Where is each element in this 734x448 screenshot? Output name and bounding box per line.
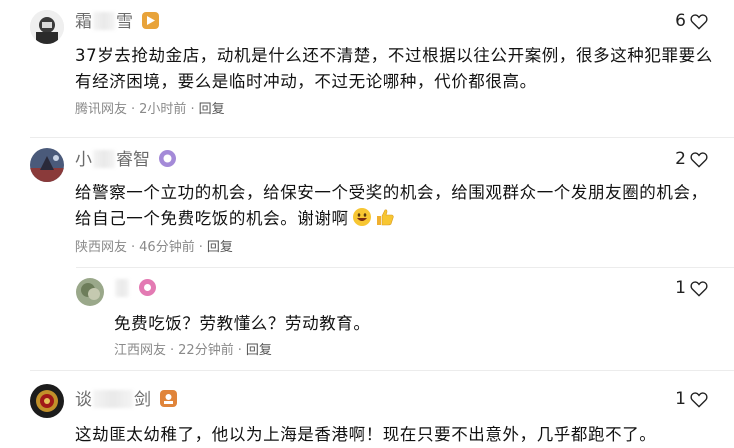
comment-item: 霜雪 6 37岁去抢劫金店，动机是什么还不清楚，不过根据以往公开案例，很多这种犯… xyxy=(0,0,734,120)
like-count: 2 xyxy=(675,149,686,169)
user-name[interactable]: 霜雪 xyxy=(75,12,160,32)
avatar[interactable] xyxy=(30,10,64,44)
avatar-image-icon xyxy=(76,278,104,306)
redacted-name-part xyxy=(93,12,115,30)
avatar-image-icon xyxy=(30,384,64,418)
orange-badge-icon xyxy=(142,12,160,29)
reply-button[interactable]: 回复 xyxy=(246,343,272,358)
user-name[interactable]: 小睿智 xyxy=(75,150,177,170)
like-count: 1 xyxy=(675,278,686,298)
reply-button[interactable]: 回复 xyxy=(207,240,233,255)
reply-button[interactable]: 回复 xyxy=(199,102,225,117)
comment-text: 给警察一个立功的机会，给保安一个受奖的机会，给围观群众一个发朋友圈的机会， 给自… xyxy=(75,180,708,235)
comment-meta: 陕西网友 · 46分钟前 · 回复 xyxy=(75,240,233,255)
reply-item: 1 免费吃饭？劳教懂么？劳动教育。 江西网友 · 22分钟前 · 回复 xyxy=(0,270,734,370)
avatar[interactable] xyxy=(30,148,64,182)
like-control[interactable]: 1 xyxy=(675,278,708,298)
like-count: 6 xyxy=(675,11,686,31)
pink-badge-icon xyxy=(139,279,157,296)
comment-meta: 江西网友 · 22分钟前 · 回复 xyxy=(114,343,272,358)
comment-text: 这劫匪太幼稚了，他以为上海是香港啊！现在只要不出意外，几乎都跑不了。 xyxy=(75,425,657,444)
user-name[interactable] xyxy=(114,279,157,299)
heart-icon[interactable] xyxy=(690,13,708,30)
heart-icon[interactable] xyxy=(690,280,708,297)
comment-text: 37岁去抢劫金店，动机是什么还不清楚，不过根据以往公开案例，很多这种犯罪要么 有… xyxy=(75,46,713,91)
like-control[interactable]: 2 xyxy=(675,149,708,169)
thumbs-up-emoji-icon xyxy=(375,207,395,235)
user-name[interactable]: 谈剑 xyxy=(75,390,178,410)
heart-icon[interactable] xyxy=(690,151,708,168)
divider xyxy=(76,267,734,268)
like-count: 1 xyxy=(675,389,686,409)
comment-text: 免费吃饭？劳教懂么？劳动教育。 xyxy=(114,314,371,333)
redacted-name-part xyxy=(93,150,115,168)
like-control[interactable]: 6 xyxy=(675,11,708,31)
grinning-emoji-icon xyxy=(352,207,372,235)
like-control[interactable]: 1 xyxy=(675,389,708,409)
divider xyxy=(30,137,734,138)
avatar[interactable] xyxy=(76,278,104,306)
avatar[interactable] xyxy=(30,384,64,418)
comment-item: 小睿智 2 给警察一个立功的机会，给保安一个受奖的机会，给围观群众一个发朋友圈的… xyxy=(0,140,734,270)
avatar-image-icon xyxy=(30,148,64,182)
avatar-image-icon xyxy=(30,10,64,44)
redacted-name-part xyxy=(115,279,129,297)
comment-item: 谈剑 1 这劫匪太幼稚了，他以为上海是香港啊！现在只要不出意外，几乎都跑不了。 xyxy=(0,378,734,447)
orange-square-badge-icon xyxy=(160,390,178,407)
divider xyxy=(30,370,734,371)
redacted-name-part xyxy=(93,390,133,408)
purple-badge-icon xyxy=(159,150,177,167)
heart-icon[interactable] xyxy=(690,391,708,408)
comment-meta: 腾讯网友 · 2小时前 · 回复 xyxy=(75,102,225,117)
